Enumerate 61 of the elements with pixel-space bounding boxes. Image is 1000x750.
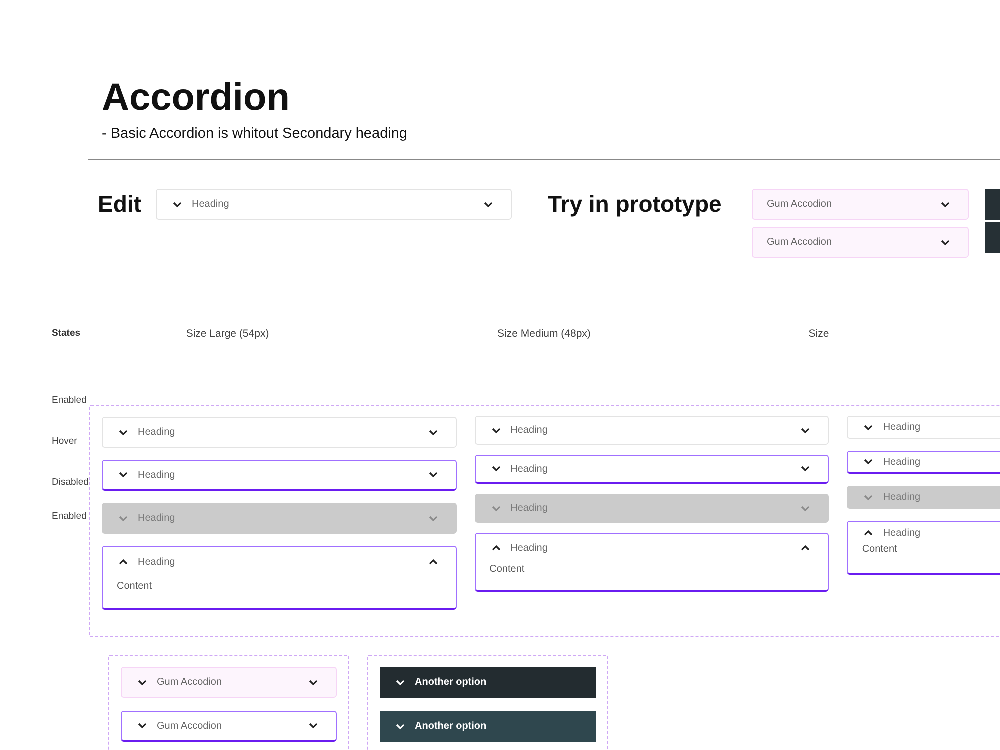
accordion-content: Content — [488, 564, 526, 575]
chevron-down-icon — [864, 424, 874, 430]
chevron-down-icon — [173, 202, 182, 208]
chevron-down-icon — [492, 428, 501, 434]
chevron-down-icon — [309, 680, 318, 686]
state-label: Enabled — [52, 395, 88, 406]
accordion-content: Content — [116, 581, 153, 592]
chevron-down-icon — [484, 202, 493, 208]
chevron-up-icon — [118, 559, 128, 565]
column-heading: Size — [808, 328, 830, 340]
accordion-header[interactable]: Another option — [380, 711, 596, 742]
state-label: Hover — [52, 436, 78, 447]
accordion-header[interactable]: Gum Accodion — [121, 711, 337, 742]
accordion-header[interactable]: Gum Accodion — [121, 667, 337, 698]
chevron-up-icon — [492, 545, 501, 551]
accordion-header[interactable]: Gum Accodion — [752, 227, 969, 258]
section-heading: Edit — [98, 190, 142, 219]
chevron-down-icon — [309, 723, 318, 729]
accordion-header[interactable]: Heading — [848, 522, 1000, 544]
chevron-down-icon — [864, 494, 874, 500]
chevron-down-icon — [138, 723, 147, 729]
accordion-header[interactable]: Another option — [380, 667, 596, 698]
chevron-down-icon — [396, 724, 405, 730]
accordion-header[interactable]: Heading — [102, 417, 457, 448]
page-note: - Basic Accordion is whitout Secondary heading — [102, 126, 408, 142]
accordion-header[interactable]: Heading — [102, 460, 457, 491]
chevron-down-icon — [118, 516, 128, 522]
accordion-header[interactable]: Heading — [847, 451, 1000, 474]
section-heading: Try in prototype — [548, 190, 723, 219]
chevron-down-icon — [801, 506, 810, 512]
chevron-down-icon — [428, 516, 438, 522]
chevron-up-icon — [801, 545, 810, 551]
chevron-down-icon — [492, 466, 501, 472]
chevron-down-icon — [118, 472, 128, 478]
accordion-header[interactable]: Heading — [476, 534, 828, 562]
chevron-down-icon — [492, 506, 501, 512]
accordion-header[interactable]: Gum Accodion — [752, 189, 969, 220]
chevron-down-icon — [138, 680, 147, 686]
chevron-down-icon — [428, 472, 438, 478]
chevron-down-icon — [801, 428, 810, 434]
accordion-header[interactable]: Heading — [474, 416, 830, 445]
chevron-down-icon — [941, 202, 950, 208]
state-label: Disabled — [52, 477, 89, 488]
chevron-down-icon — [428, 430, 438, 436]
column-heading: States — [52, 328, 82, 340]
column-heading: Size Large (54px) — [186, 328, 270, 340]
column-heading: Size Medium (48px) — [498, 328, 592, 340]
accordion-header[interactable]: Heading — [847, 416, 1000, 439]
accordion-header[interactable]: Heading — [474, 455, 830, 484]
chevron-down-icon — [864, 459, 874, 465]
page-title: Accordion — [102, 76, 291, 120]
chevron-down-icon — [801, 466, 810, 472]
chevron-up-icon — [428, 559, 438, 565]
chevron-down-icon — [118, 430, 128, 436]
chevron-up-icon — [864, 530, 874, 536]
chevron-down-icon — [396, 680, 405, 686]
accordion-content: Content — [861, 544, 898, 555]
chevron-down-icon — [941, 240, 950, 246]
accordion-header[interactable]: Heading — [156, 189, 512, 220]
state-label: Enabled — [52, 511, 88, 522]
accordion-header[interactable]: Heading — [102, 547, 456, 577]
